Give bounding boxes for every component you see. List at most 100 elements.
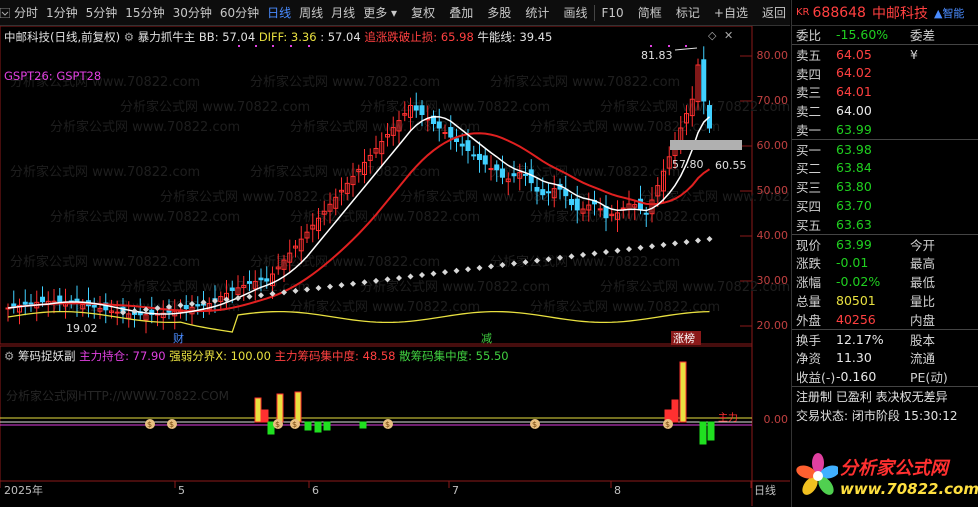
stat-row-2[interactable]: 涨幅 -0.02% 最低 xyxy=(792,272,978,291)
period-tab-fenshi[interactable]: 分时 xyxy=(10,3,42,23)
draw-line-button[interactable]: 画线 xyxy=(559,3,591,23)
sub-axis-label: 0.00 xyxy=(763,413,789,426)
watermark-text: 分析家公式网 www.70822.com xyxy=(490,74,680,90)
sell-level-5-value: 64.05 xyxy=(836,46,872,62)
cost-diamond-mark xyxy=(476,264,483,271)
candle-body xyxy=(523,173,528,176)
watermark-text: 分析家公式网 www.70822.com xyxy=(490,164,680,180)
kline-chart-area[interactable]: 2025年 5 6 7 8 日线 分析家公式网 www.70822.com 分析家公式网 w… xyxy=(0,26,790,506)
stat-row-0[interactable]: 现价 63.99 今开 xyxy=(792,235,978,254)
candle-body xyxy=(264,278,270,282)
back-button[interactable]: 返回 xyxy=(758,3,790,23)
candle-body xyxy=(597,208,603,211)
main-pane-frame xyxy=(0,26,753,345)
period-tab-5min[interactable]: 5分钟 xyxy=(82,3,122,23)
sell-level-5-extra: ¥ xyxy=(910,46,918,62)
fund-row-2-value: -0.160 xyxy=(836,369,877,385)
buy-level-1[interactable]: 买一 63.98 xyxy=(792,140,978,159)
fuquan-button[interactable]: 复权 xyxy=(407,3,439,23)
indicator-name[interactable]: 暴力抓牛主 xyxy=(138,30,196,44)
date-label: 5 xyxy=(178,484,185,497)
cost-diamond-mark xyxy=(649,243,655,250)
dropdown-icon[interactable] xyxy=(0,4,10,22)
stat-row-0-label: 现价 xyxy=(796,237,822,253)
fund-row-2[interactable]: 收益(-) -0.160 PE(动) xyxy=(792,367,978,386)
period-tab-monthly[interactable]: 月线 xyxy=(327,3,359,23)
sub-bar xyxy=(254,397,262,423)
period-tab-weekly[interactable]: 周线 xyxy=(295,3,327,23)
stat-row-3-extra: 量比 xyxy=(910,294,936,310)
stat-row-4-extra: 内盘 xyxy=(910,312,936,328)
period-tab-60min[interactable]: 60分钟 xyxy=(216,3,263,23)
stat-row-0-value: 63.99 xyxy=(836,236,872,252)
sanhu-value: 散筹码集中度: 55.50 xyxy=(399,349,509,363)
period-tab-more[interactable]: 更多 ▾ xyxy=(359,3,401,23)
candle-body xyxy=(534,186,540,192)
simple-frame-button[interactable]: 简框 xyxy=(634,3,666,23)
buy-level-5[interactable]: 买五 63.63 xyxy=(792,215,978,234)
niuneng-value: 牛能线: 39.45 xyxy=(477,30,553,44)
qiangruo-value: 强弱分界X: 100.00 xyxy=(169,349,271,363)
add-watchlist-button[interactable]: +自选 xyxy=(710,3,752,23)
f10-button[interactable]: F10 xyxy=(598,3,628,23)
fund-row-0[interactable]: 换手 12.17% 股本 xyxy=(792,330,978,349)
period-tab-30min[interactable]: 30分钟 xyxy=(169,3,216,23)
cost-diamond-mark xyxy=(419,272,425,279)
sub-bar xyxy=(707,421,715,441)
sell-level-1[interactable]: 卖一 63.99 xyxy=(792,120,978,139)
date-label: 7 xyxy=(452,484,459,497)
sub-pane-frame xyxy=(0,345,753,482)
sell-level-2[interactable]: 卖二 64.00 xyxy=(792,101,978,120)
legend-close-icon[interactable]: ◇ xyxy=(708,29,716,42)
sub-indicator-group: $ $ $ $ $ $ $ 主力 xyxy=(0,361,752,445)
overlay-button[interactable]: 叠加 xyxy=(445,3,477,23)
buy-level-2[interactable]: 买二 63.84 xyxy=(792,159,978,178)
legend-expand-icon[interactable]: ✕ xyxy=(724,29,733,42)
sub-settings-icon[interactable]: ⚙ xyxy=(4,349,14,363)
multi-stock-button[interactable]: 多股 xyxy=(483,3,515,23)
candle-body xyxy=(28,302,34,305)
buy-level-2-label: 买二 xyxy=(796,161,822,177)
sell-level-3[interactable]: 卖三 64.01 xyxy=(792,82,978,101)
watermark-text: 分析家公式网 www.70822.com xyxy=(360,99,550,115)
fundamentals-block: 换手 12.17% 股本 净资 11.30 流通 收益(-) -0.160 PE(动) xyxy=(792,330,978,388)
kline-chart-svg[interactable]: 2025年 5 6 7 8 日线 分析家公式网 www.70822.com 分析家公式网 w… xyxy=(0,26,790,506)
period-tab-15min[interactable]: 15分钟 xyxy=(121,3,168,23)
cost-diamond-mark xyxy=(430,270,437,277)
stat-row-1-extra: 最高 xyxy=(910,256,936,272)
stat-row-4[interactable]: 外盘 40256 内盘 xyxy=(792,310,978,329)
period-tab-1min[interactable]: 1分钟 xyxy=(42,3,82,23)
stats-button[interactable]: 统计 xyxy=(521,3,553,23)
sell-level-1-value: 63.99 xyxy=(836,121,872,137)
money-bag-glyph: $ xyxy=(665,420,670,429)
cost-diamond-mark xyxy=(683,238,690,245)
sub-bar xyxy=(304,421,312,431)
money-bag-glyph: $ xyxy=(169,420,174,429)
stock-title: 中邮科技(日线,前复权) xyxy=(4,30,121,44)
candle-body xyxy=(91,304,97,308)
price-axis-label: 40.00 xyxy=(756,229,789,242)
buy-level-3[interactable]: 买三 63.80 xyxy=(792,177,978,196)
sell-level-3-value: 64.01 xyxy=(836,84,872,100)
smart-icon[interactable]: ▲智能 xyxy=(934,5,964,21)
sub-indicator-name[interactable]: 筹码捉妖副 xyxy=(18,349,76,363)
mark-button[interactable]: 标记 xyxy=(672,3,704,23)
sell-level-5[interactable]: 卖五 64.05 ¥ xyxy=(792,45,978,64)
stock-name: 中邮科技 xyxy=(871,5,928,22)
sell-level-4[interactable]: 卖四 64.02 xyxy=(792,64,978,83)
fund-row-0-value: 12.17% xyxy=(836,331,884,347)
stat-row-3-value: 80501 xyxy=(836,293,876,309)
stat-row-3[interactable]: 总量 80501 量比 xyxy=(792,291,978,310)
fund-row-1[interactable]: 净资 11.30 流通 xyxy=(792,349,978,368)
period-tab-daily[interactable]: 日线 xyxy=(263,3,295,23)
signal-dot xyxy=(685,45,687,47)
buy-level-4[interactable]: 买四 63.70 xyxy=(792,196,978,215)
cost-diamond-mark xyxy=(695,237,701,244)
candle-body xyxy=(701,59,707,102)
gear-icon[interactable]: ⚙ xyxy=(124,30,134,44)
stat-row-1[interactable]: 涨跌 -0.01 最高 xyxy=(792,254,978,273)
cost-diamond-mark xyxy=(637,244,644,251)
signal-dot xyxy=(308,45,310,47)
cost-diamond-mark xyxy=(465,266,471,273)
cost-diamond-mark xyxy=(350,280,356,287)
